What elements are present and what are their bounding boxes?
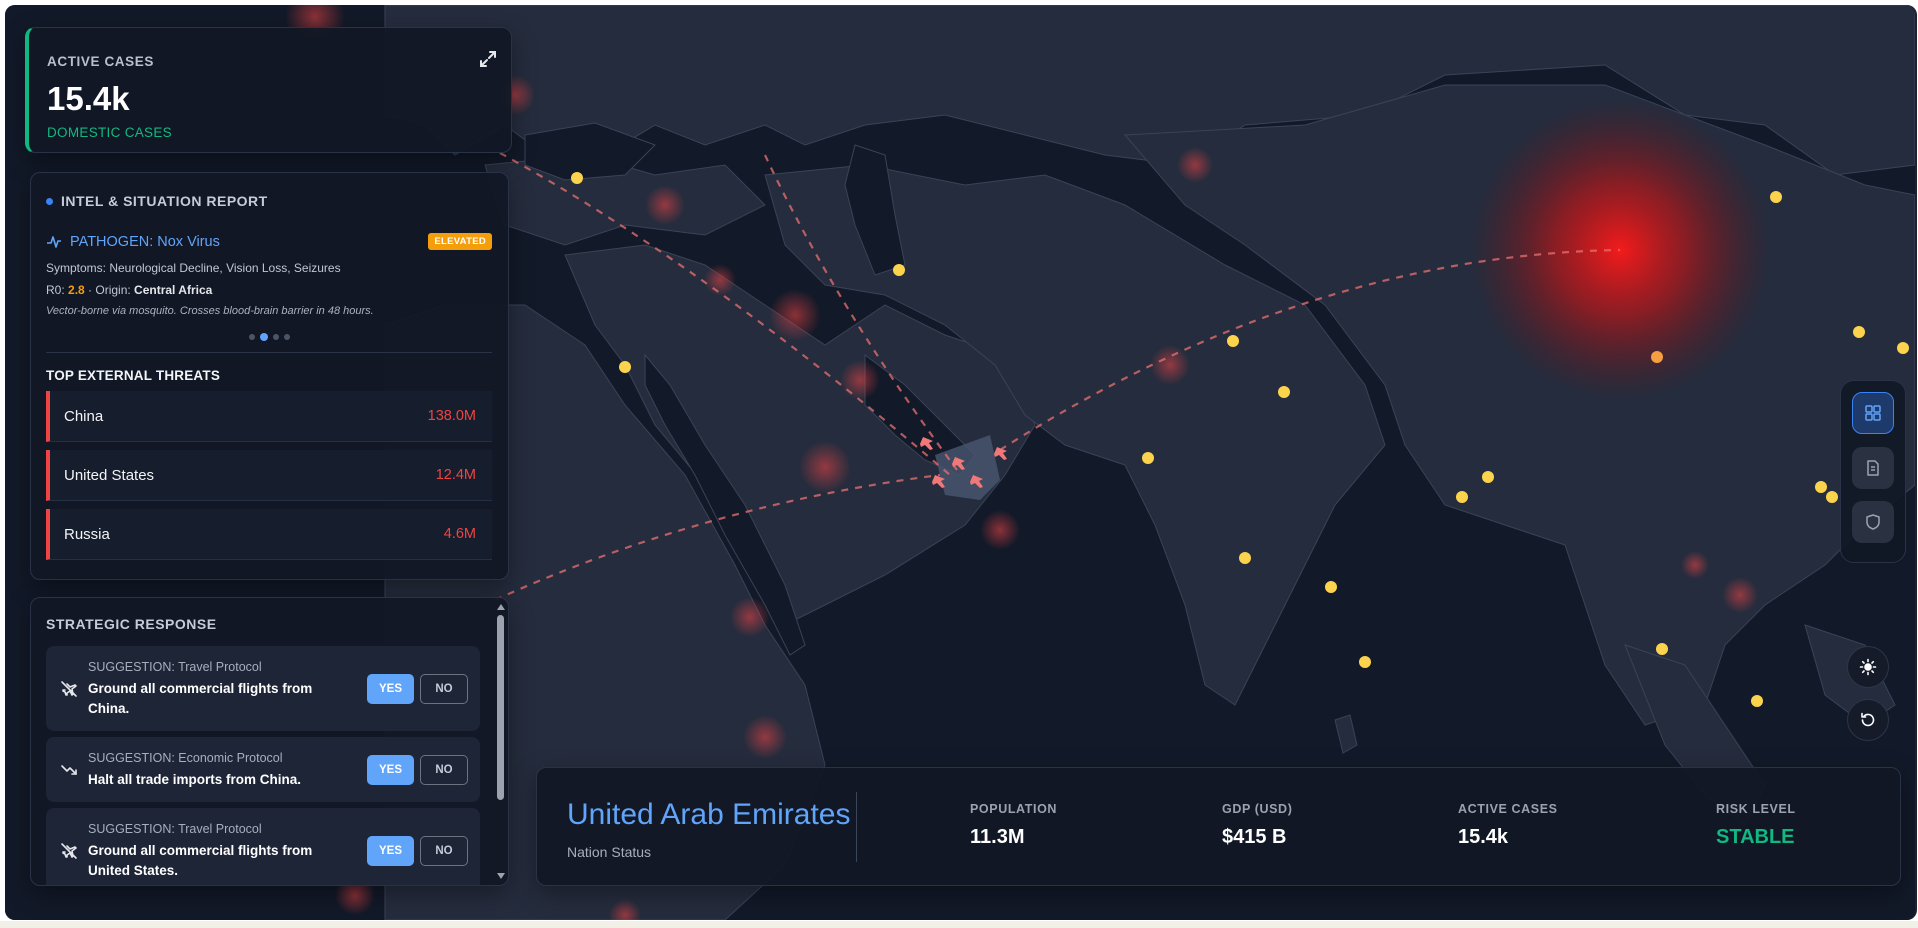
intel-panel: INTEL & SITUATION REPORT PATHOGEN: Nox V… <box>30 172 509 580</box>
nation-subtitle: Nation Status <box>567 844 652 860</box>
active-cases-card: ACTIVE CASES 15.4k DOMESTIC CASES <box>25 27 512 153</box>
stat-label: POPULATION <box>970 802 1058 816</box>
no-button[interactable]: NO <box>420 835 468 866</box>
divider <box>46 352 492 353</box>
suggestion-label: SUGGESTION: Travel Protocol <box>88 822 262 836</box>
view-dock <box>1840 380 1906 563</box>
report-button[interactable] <box>1852 447 1894 489</box>
suggestion-card: SUGGESTION: Travel Protocol Ground all c… <box>46 808 480 885</box>
risk-level-value: STABLE <box>1716 826 1795 848</box>
activity-icon <box>47 235 61 248</box>
yes-button[interactable]: YES <box>367 835 414 866</box>
origin-value: Central Africa <box>134 283 213 297</box>
threat-list: China 138.0M United States 12.4M Russia … <box>46 391 492 568</box>
reset-icon <box>1861 712 1875 727</box>
stat-label: ACTIVE CASES <box>1458 802 1558 816</box>
no-button[interactable]: NO <box>420 673 468 704</box>
app-frame: ACTIVE CASES 15.4k DOMESTIC CASES INTEL … <box>5 5 1917 920</box>
report-icon <box>1867 460 1879 476</box>
active-cases-stat: ACTIVE CASES 15.4k <box>1458 802 1558 849</box>
status-dot-icon <box>46 197 53 205</box>
r0-value: 2.8 <box>68 283 85 297</box>
threat-country: China <box>64 407 104 425</box>
threat-value: 12.4M <box>435 467 476 483</box>
symptoms-text: Symptoms: Neurological Decline, Vision L… <box>46 261 341 275</box>
stat-label: RISK LEVEL <box>1716 802 1796 816</box>
suggestion-list: SUGGESTION: Travel Protocol Ground all c… <box>46 646 480 885</box>
suggestion-text: Ground all commercial flights from China… <box>88 681 313 716</box>
r0-origin-line: R0: 2.8 · Origin: Central Africa <box>46 283 212 297</box>
yes-button[interactable]: YES <box>367 754 414 785</box>
carousel-dot-active[interactable] <box>260 333 268 341</box>
carousel-dot[interactable] <box>284 334 290 340</box>
no-button[interactable]: NO <box>420 754 468 785</box>
suggestion-card: SUGGESTION: Travel Protocol Ground all c… <box>46 646 480 731</box>
threats-title: TOP EXTERNAL THREATS <box>46 368 221 383</box>
threat-value: 138.0M <box>427 408 476 424</box>
dashboard-button[interactable] <box>1852 392 1894 434</box>
strategic-title: STRATEGIC RESPONSE <box>46 616 217 632</box>
threat-country: Russia <box>64 525 110 543</box>
active-cases-value: 15.4k <box>47 80 130 117</box>
stat-label: GDP (USD) <box>1222 802 1293 816</box>
suggestion-label: SUGGESTION: Travel Protocol <box>88 660 262 674</box>
scroll-down-arrow-icon[interactable] <box>497 873 505 879</box>
suggestion-card: SUGGESTION: Economic Protocol Halt all t… <box>46 737 480 802</box>
threat-row[interactable]: United States 12.4M <box>46 450 492 501</box>
suggestion-text: Halt all trade imports from China. <box>88 772 302 787</box>
carousel-dots <box>249 333 290 341</box>
trending-down-icon <box>61 764 77 775</box>
yes-button[interactable]: YES <box>367 673 414 704</box>
scroll-up-arrow-icon[interactable] <box>497 604 505 610</box>
suggestion-text: Ground all commercial flights from Unite… <box>88 843 313 878</box>
pathogen-name: PATHOGEN: Nox Virus <box>70 233 220 250</box>
active-cases-label: ACTIVE CASES <box>47 54 154 69</box>
carousel-dot[interactable] <box>249 334 255 340</box>
stat-value: 15.4k <box>1458 826 1509 848</box>
population-stat: POPULATION 11.3M <box>970 802 1057 849</box>
reset-view-button[interactable] <box>1847 699 1889 741</box>
bottom-strip <box>0 921 1918 928</box>
intel-title: INTEL & SITUATION REPORT <box>61 193 268 209</box>
threat-row[interactable]: Russia 4.6M <box>46 509 492 560</box>
threat-level-badge: ELEVATED <box>428 233 492 250</box>
pathogen-description: Vector-borne via mosquito. Crosses blood… <box>46 305 374 317</box>
risk-level-stat: RISK LEVEL STABLE <box>1716 802 1796 849</box>
threat-value: 4.6M <box>443 526 476 542</box>
plane-off-icon <box>61 842 77 859</box>
carousel-dot[interactable] <box>273 334 279 340</box>
nation-status-bar: United Arab Emirates Nation Status POPUL… <box>536 767 1901 886</box>
strategic-response-panel: STRATEGIC RESPONSE SUGGESTION: Travel Pr… <box>30 597 509 886</box>
threat-row[interactable]: China 138.0M <box>46 391 492 442</box>
pathogen-row: PATHOGEN: Nox Virus ELEVATED <box>46 233 492 250</box>
plane-off-icon <box>61 680 77 697</box>
threat-country: United States <box>64 466 155 484</box>
dashboard-icon <box>1865 405 1881 421</box>
gdp-stat: GDP (USD) $415 B <box>1222 802 1292 849</box>
shield-button[interactable] <box>1852 501 1894 543</box>
origin-prefix: · Origin: <box>84 283 135 297</box>
sun-icon <box>1859 658 1877 676</box>
scrollbar-thumb[interactable] <box>497 615 504 800</box>
shield-icon <box>1866 514 1880 530</box>
intel-header: INTEL & SITUATION REPORT <box>46 193 268 209</box>
decision-buttons: YES NO <box>367 754 468 785</box>
nation-name: United Arab Emirates <box>567 798 851 831</box>
scrollbar[interactable] <box>496 604 505 879</box>
divider <box>856 792 857 862</box>
theme-toggle-button[interactable] <box>1847 646 1889 688</box>
stat-value: 11.3M <box>970 826 1025 848</box>
decision-buttons: YES NO <box>367 835 468 866</box>
expand-icon[interactable] <box>477 48 499 70</box>
r0-prefix: R0: <box>46 283 69 297</box>
stat-value: $415 B <box>1222 826 1287 848</box>
domestic-cases-label: DOMESTIC CASES <box>47 125 172 140</box>
decision-buttons: YES NO <box>367 673 468 704</box>
